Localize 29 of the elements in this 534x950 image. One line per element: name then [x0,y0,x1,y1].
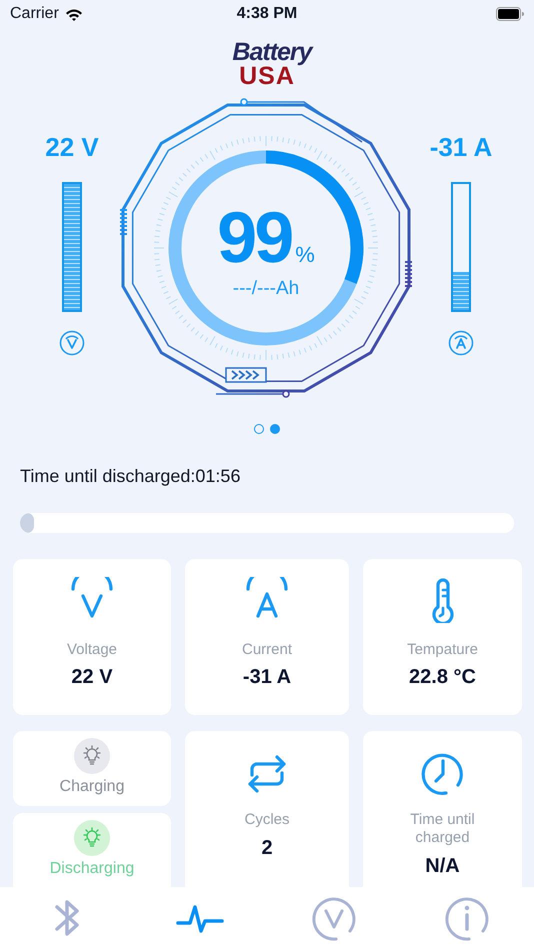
current-reading: -31 A [430,132,492,163]
metric-label: Time until charged [409,811,476,847]
metric-value: -31 A [242,666,292,689]
logo-text: Battery [232,40,312,65]
metric-label: Tempature [407,641,478,658]
metric-label: Voltage [66,641,118,658]
metric-value: N/A [425,855,460,878]
wifi-icon [64,8,83,20]
voltage-reading: 22 V [45,132,99,163]
voltage-icon [59,330,85,356]
current-icon [448,330,474,356]
metric-value: 2 [261,837,273,860]
carrier-name: Carrier [10,5,59,23]
metric-label: Cycles [243,811,290,829]
metric-label: Current [242,641,292,658]
status-label: Discharging [50,860,134,878]
logo-text: USA [239,64,295,89]
page-dot[interactable] [270,424,280,434]
metric-value: 22.8 °C [409,666,476,689]
clock-icon [420,751,466,797]
metric-value: 22 V [71,666,113,689]
capacity-reading: ---/---Ah [232,278,300,300]
clock-time: 4:38 PM [236,5,298,23]
percent-unit: % [295,242,315,268]
battery-icon [496,7,524,21]
page-dot[interactable] [254,424,264,434]
discharge-time: Time until discharged:01:56 [20,466,242,487]
charge-percent: 99 [217,202,292,274]
status-label: Charging [60,778,124,796]
